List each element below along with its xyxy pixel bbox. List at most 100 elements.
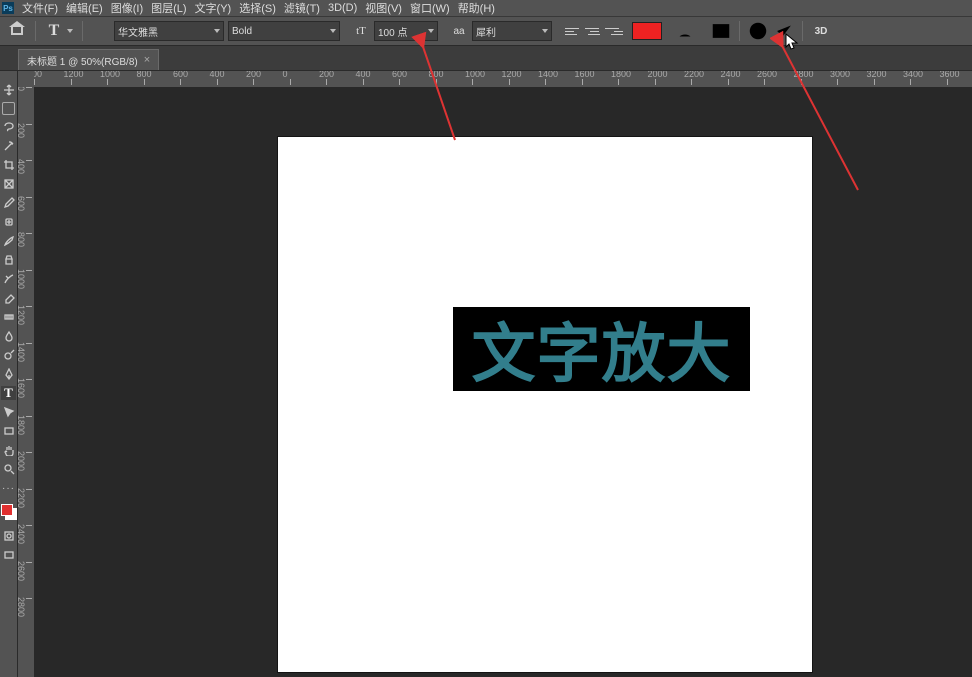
text-orientation-icon: [90, 20, 112, 42]
align-left-button[interactable]: [565, 22, 583, 40]
ruler-tick: 800: [144, 79, 181, 85]
font-size-dropdown[interactable]: 100 点: [374, 21, 438, 41]
align-center-button[interactable]: [585, 22, 603, 40]
font-style-dropdown[interactable]: Bold: [228, 21, 340, 41]
tool-magic-wand[interactable]: [1, 139, 16, 153]
ruler-tick: 0: [290, 79, 327, 85]
ruler-tick: 800: [26, 233, 32, 270]
tool-path-select[interactable]: [1, 405, 16, 419]
menu-layer[interactable]: 图层(L): [147, 0, 190, 16]
ruler-tick: 1200: [509, 79, 546, 85]
text-layer-content: 文字放大: [472, 303, 732, 395]
divider: [82, 21, 83, 41]
foreground-color-swatch[interactable]: [1, 504, 13, 516]
tool-pen[interactable]: [1, 367, 16, 381]
character-panel-button[interactable]: [710, 21, 732, 41]
tool-eraser[interactable]: [1, 291, 16, 305]
font-style-value: Bold: [232, 26, 252, 37]
close-tab-button[interactable]: ×: [144, 54, 150, 66]
ruler-tick: 3600: [947, 79, 972, 85]
font-size-icon: tT: [350, 21, 372, 41]
options-bar: T 华文雅黑 Bold tT 100 点 aa 犀利 3D: [0, 17, 972, 46]
home-button[interactable]: [6, 21, 28, 41]
divider: [739, 21, 740, 41]
ruler-tick: 2600: [764, 79, 801, 85]
text-orientation-button[interactable]: [90, 21, 112, 41]
ruler-tick: 200: [253, 79, 290, 85]
ruler-tick: 1400: [26, 343, 32, 380]
tool-edit-toolbar[interactable]: ···: [1, 481, 16, 495]
tool-hand[interactable]: [1, 443, 16, 457]
tool-marquee[interactable]: [2, 102, 15, 115]
horizontal-ruler[interactable]: 1001200100080060040020002004006008001000…: [34, 71, 972, 88]
ruler-tick: 200: [26, 124, 32, 161]
commit-button[interactable]: [773, 21, 795, 41]
ruler-tick: 400: [26, 160, 32, 197]
tool-history-brush[interactable]: [1, 272, 16, 286]
tool-move[interactable]: [1, 83, 16, 97]
tool-frame[interactable]: [1, 177, 16, 191]
menu-view[interactable]: 视图(V): [361, 0, 406, 16]
ruler-tick: 1200: [26, 306, 32, 343]
tool-dodge[interactable]: [1, 348, 16, 362]
align-center-icon: [585, 28, 599, 29]
ruler-tick: 100: [34, 79, 71, 85]
quickmask-button[interactable]: [1, 529, 16, 543]
menu-help[interactable]: 帮助(H): [454, 0, 499, 16]
document-tab[interactable]: 未标题 1 @ 50%(RGB/8) ×: [18, 49, 159, 70]
ruler-tick: 2400: [26, 525, 32, 562]
ruler-tick: 400: [217, 79, 254, 85]
menu-file[interactable]: 文件(F): [18, 0, 62, 16]
tool-crop[interactable]: [1, 158, 16, 172]
menu-bar: Ps 文件(F) 编辑(E) 图像(I) 图层(L) 文字(Y) 选择(S) 滤…: [0, 0, 972, 17]
tool-eyedropper[interactable]: [1, 196, 16, 210]
chevron-down-icon[interactable]: [67, 29, 73, 33]
menu-type[interactable]: 文字(Y): [191, 0, 236, 16]
menu-edit[interactable]: 编辑(E): [62, 0, 107, 16]
font-family-dropdown[interactable]: 华文雅黑: [114, 21, 224, 41]
align-right-button[interactable]: [605, 22, 623, 40]
canvas-scroll-area[interactable]: 文字放大: [34, 87, 972, 677]
text-color-swatch[interactable]: [632, 22, 662, 40]
align-left-icon: [565, 28, 579, 29]
antialias-dropdown[interactable]: 犀利: [472, 21, 552, 41]
menu-filter[interactable]: 滤镜(T): [280, 0, 324, 16]
document-canvas[interactable]: 文字放大: [278, 137, 812, 672]
ruler-tick: 3000: [837, 79, 874, 85]
tool-clone[interactable]: [1, 253, 16, 267]
ruler-tick: 1600: [26, 379, 32, 416]
screenmode-button[interactable]: [1, 548, 16, 562]
document-tab-title: 未标题 1 @ 50%(RGB/8): [27, 53, 138, 68]
menu-3d[interactable]: 3D(D): [324, 2, 361, 14]
tool-lasso[interactable]: [1, 120, 16, 134]
menu-image[interactable]: 图像(I): [107, 0, 147, 16]
warp-text-icon: [674, 20, 696, 42]
ruler-tick: 1200: [71, 79, 108, 85]
antialias-value: 犀利: [476, 24, 496, 39]
color-swatches[interactable]: [1, 504, 17, 520]
tool-healing[interactable]: [1, 215, 16, 229]
tool-zoom[interactable]: [1, 462, 16, 476]
tool-preset-button[interactable]: T: [43, 21, 65, 41]
ruler-tick: 2400: [728, 79, 765, 85]
vertical-ruler[interactable]: 0200400600800100012001400160018002000220…: [18, 87, 35, 677]
ruler-tick: 800: [436, 79, 473, 85]
ruler-tick: 600: [180, 79, 217, 85]
tool-rectangle[interactable]: [1, 424, 16, 438]
ruler-tick: 1000: [107, 79, 144, 85]
toolbox: T ···: [0, 71, 18, 677]
work-area: T ··· 1001200100080060040020002004006008…: [0, 71, 972, 677]
ruler-tick: 2200: [691, 79, 728, 85]
warp-text-button[interactable]: [674, 21, 696, 41]
tool-brush[interactable]: [1, 234, 16, 248]
text-selection-box[interactable]: 文字放大: [453, 307, 750, 391]
tool-gradient[interactable]: [1, 310, 16, 324]
menu-select[interactable]: 选择(S): [235, 0, 280, 16]
tool-blur[interactable]: [1, 329, 16, 343]
ruler-tick: 1800: [26, 416, 32, 453]
cancel-button[interactable]: [747, 21, 769, 41]
tool-type[interactable]: T: [1, 386, 16, 400]
menu-window[interactable]: 窗口(W): [406, 0, 454, 16]
chevron-down-icon: [542, 29, 548, 33]
3d-button[interactable]: 3D: [810, 21, 832, 41]
